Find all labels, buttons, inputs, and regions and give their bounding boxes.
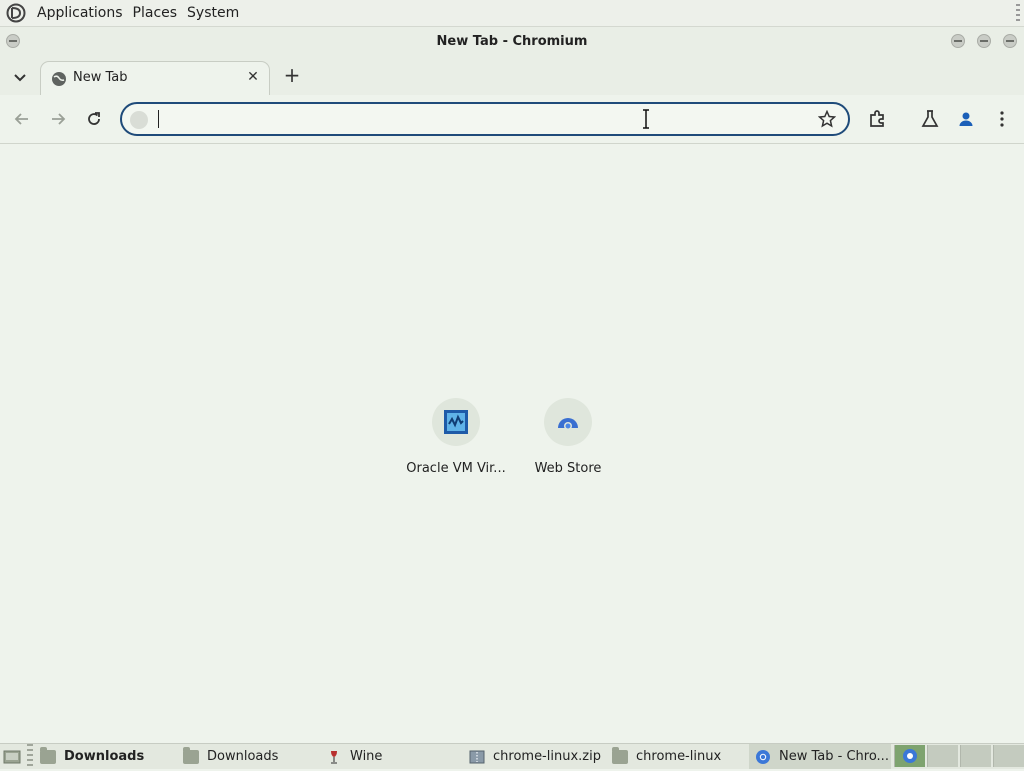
shortcut-tile-virtualbox[interactable]: Oracle VM Vir... (401, 398, 511, 476)
profile-avatar-icon (959, 112, 973, 126)
workspace-4[interactable] (993, 745, 1024, 767)
forward-button[interactable] (47, 108, 69, 130)
labs-button[interactable] (919, 108, 941, 130)
workspace-1[interactable] (894, 745, 925, 767)
folder-icon (183, 746, 199, 764)
address-input[interactable] (156, 108, 800, 132)
task-chrome-linux[interactable]: chrome-linux (612, 744, 721, 769)
task-downloads-2[interactable]: Downloads (183, 744, 278, 769)
maximize-button[interactable] (977, 34, 991, 48)
wine-icon (331, 750, 337, 764)
chromium-icon (903, 749, 917, 763)
tab-new-tab[interactable]: New Tab ✕ (40, 61, 270, 95)
close-window-button[interactable] (1003, 34, 1017, 48)
forward-arrow-icon (52, 113, 66, 125)
chromium-icon (756, 749, 770, 764)
window-title: New Tab - Chromium (436, 33, 588, 49)
task-label: New Tab - Chro... (779, 749, 889, 764)
flask-icon (921, 110, 939, 127)
back-arrow-icon (14, 113, 28, 125)
globe-icon (52, 72, 66, 86)
archive-icon (469, 750, 485, 763)
virtualbox-icon (444, 410, 468, 434)
minimize-button[interactable] (951, 34, 965, 48)
tab-strip: New Tab ✕ + (0, 55, 1024, 95)
browser-toolbar (0, 95, 1024, 144)
back-button[interactable] (11, 108, 33, 130)
extensions-button[interactable] (866, 108, 888, 130)
places-menu[interactable]: Places (128, 5, 183, 21)
task-label: Downloads (207, 749, 279, 764)
taskbar: Downloads Downloads Wine chrome-linux.zi… (0, 743, 1024, 769)
address-bar[interactable] (120, 102, 850, 136)
task-label: chrome-linux.zip (493, 749, 601, 764)
taskbar-handle[interactable] (27, 744, 33, 769)
task-label: Downloads (64, 749, 145, 764)
kebab-menu-icon (1000, 111, 1004, 127)
tab-close-icon[interactable]: ✕ (245, 69, 261, 85)
folder-icon (40, 746, 56, 764)
puzzle-piece-icon (870, 110, 884, 127)
window-titlebar[interactable]: New Tab - Chromium (0, 27, 1024, 55)
task-downloads-1[interactable]: Downloads (40, 744, 144, 769)
new-tab-button[interactable]: + (282, 65, 302, 85)
show-desktop-button[interactable] (3, 744, 21, 769)
profile-button[interactable] (955, 108, 977, 130)
task-label: Wine (350, 749, 383, 764)
reload-icon (88, 112, 100, 125)
window-menu-button[interactable] (6, 34, 20, 48)
task-wine[interactable]: Wine (326, 744, 382, 769)
shortcut-label: Oracle VM Vir... (406, 461, 506, 476)
task-label: chrome-linux (636, 749, 722, 764)
task-new-tab-chromium[interactable]: New Tab - Chro... (749, 744, 891, 769)
show-desktop-icon (3, 750, 21, 763)
site-info-icon[interactable] (130, 111, 148, 129)
shortcut-tile-web-store[interactable]: Web Store (513, 398, 623, 476)
workspace-3[interactable] (960, 745, 991, 767)
workspace-2[interactable] (927, 745, 958, 767)
tab-title: New Tab (73, 70, 128, 85)
system-menu[interactable]: System (182, 5, 244, 21)
shortcut-icon-circle (432, 398, 480, 446)
distro-logo-icon[interactable] (6, 3, 26, 23)
task-chrome-linux-zip[interactable]: chrome-linux.zip (469, 744, 601, 769)
applications-menu[interactable]: Applications (32, 5, 128, 21)
web-store-icon (558, 418, 578, 430)
shortcut-label: Web Store (534, 461, 602, 476)
bookmark-star-icon[interactable] (818, 110, 836, 128)
folder-icon (612, 746, 628, 764)
panel-handle[interactable] (1016, 4, 1020, 22)
tab-search-chevron-icon[interactable] (10, 67, 30, 87)
text-cursor-icon (643, 109, 649, 129)
reload-button[interactable] (83, 108, 105, 130)
top-panel: Applications Places System (0, 0, 1024, 27)
chrome-menu-button[interactable] (991, 108, 1013, 130)
shortcut-icon-circle (544, 398, 592, 446)
